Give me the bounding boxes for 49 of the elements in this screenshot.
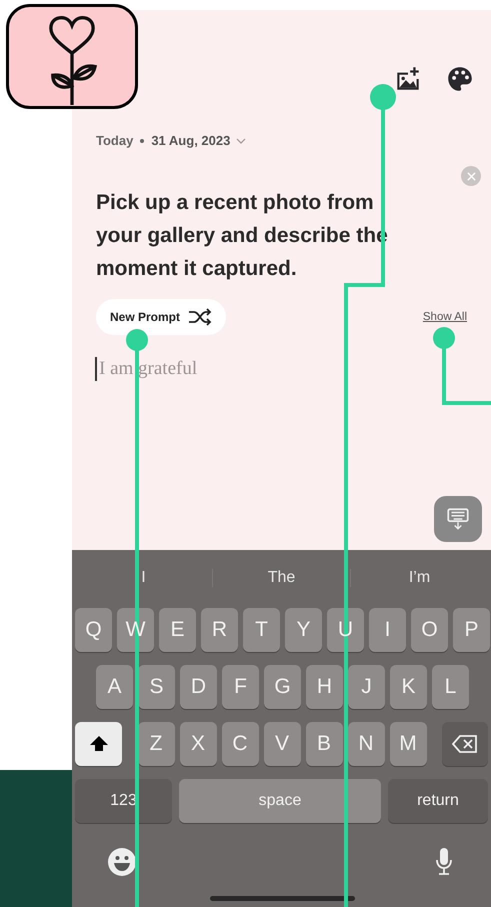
letter-key[interactable]: Z: [138, 722, 174, 766]
letter-key[interactable]: Y: [285, 608, 322, 652]
letter-key[interactable]: H: [306, 665, 343, 709]
palette-icon[interactable]: [445, 64, 475, 94]
emoji-icon[interactable]: [107, 847, 137, 877]
text-cursor: [95, 357, 97, 381]
letter-key[interactable]: D: [180, 665, 217, 709]
date-selector[interactable]: 31 Aug, 2023: [151, 133, 246, 148]
separator-dot-icon: [140, 138, 144, 142]
delete-key[interactable]: [442, 722, 488, 766]
letter-key[interactable]: I: [369, 608, 406, 652]
letter-key[interactable]: G: [264, 665, 301, 709]
backspace-icon: [452, 735, 478, 753]
letter-key[interactable]: B: [306, 722, 342, 766]
letter-key[interactable]: Q: [75, 608, 112, 652]
letter-key[interactable]: L: [432, 665, 469, 709]
letter-key[interactable]: E: [159, 608, 196, 652]
letter-key[interactable]: T: [243, 608, 280, 652]
letter-key[interactable]: P: [453, 608, 490, 652]
letter-key[interactable]: C: [222, 722, 258, 766]
letter-key[interactable]: J: [348, 665, 385, 709]
letter-key[interactable]: V: [264, 722, 300, 766]
chevron-down-icon: [236, 138, 246, 144]
return-key[interactable]: return: [388, 779, 488, 823]
letter-key[interactable]: S: [138, 665, 175, 709]
letter-key[interactable]: A: [96, 665, 133, 709]
new-prompt-button[interactable]: New Prompt: [96, 299, 226, 335]
suggestion-word[interactable]: I’m: [350, 568, 488, 586]
close-icon: [466, 172, 476, 180]
entry-field[interactable]: I am grateful: [95, 355, 491, 383]
shift-arrow-icon: [88, 734, 108, 754]
date-label: Today: [96, 133, 134, 148]
letter-key[interactable]: F: [222, 665, 259, 709]
letter-key[interactable]: O: [411, 608, 448, 652]
letter-key[interactable]: M: [390, 722, 426, 766]
keyboard-down-icon: [445, 506, 471, 532]
letter-key[interactable]: K: [390, 665, 427, 709]
show-all-link[interactable]: Show All: [422, 311, 467, 323]
shift-key[interactable]: [75, 722, 122, 766]
letter-key[interactable]: X: [180, 722, 216, 766]
microphone-icon[interactable]: [434, 847, 454, 877]
placeholder-text: I am grateful: [99, 358, 198, 380]
suggestion-word[interactable]: I: [75, 568, 212, 586]
hide-keyboard-button[interactable]: [434, 496, 482, 542]
space-key[interactable]: space: [179, 779, 381, 823]
letter-key[interactable]: R: [201, 608, 238, 652]
suggestion-word[interactable]: The: [212, 568, 350, 586]
letter-key[interactable]: N: [348, 722, 384, 766]
shuffle-icon: [188, 307, 212, 327]
